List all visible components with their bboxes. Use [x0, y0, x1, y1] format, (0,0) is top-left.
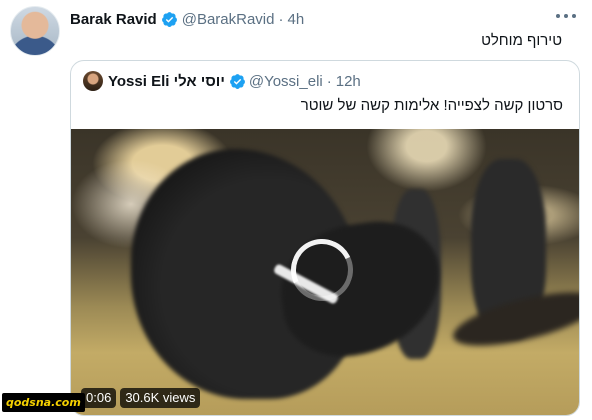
- quoted-tweet[interactable]: Yossi Eli יוסי אלי @Yossi_eli · 12h סרטו…: [70, 60, 580, 416]
- more-options-icon[interactable]: [556, 8, 576, 24]
- quoted-author-name[interactable]: Yossi Eli יוסי אלי: [108, 73, 225, 90]
- video-badges: 0:06 30.6K views: [81, 388, 201, 408]
- tweet[interactable]: Barak Ravid @BarakRavid · 4h טירוף מוחלט…: [0, 0, 592, 420]
- quoted-author-avatar[interactable]: [83, 71, 103, 91]
- video-duration: 0:06: [81, 388, 117, 408]
- quoted-author-handle[interactable]: @Yossi_eli: [249, 73, 323, 90]
- verified-badge-icon: [229, 73, 245, 89]
- tweet-header: Barak Ravid @BarakRavid · 4h: [70, 9, 304, 29]
- quoted-tweet-text: סרטון קשה לצפייה! אלימות קשה של שוטר: [300, 97, 563, 114]
- author-handle[interactable]: @BarakRavid: [182, 11, 275, 28]
- watermark-logo: qodsna.com: [2, 393, 85, 412]
- tweet-text: טירוף מוחלט: [481, 32, 562, 49]
- separator-dot: ·: [326, 72, 332, 90]
- quoted-tweet-timestamp[interactable]: 12h: [336, 73, 361, 90]
- tweet-timestamp[interactable]: 4h: [287, 11, 304, 28]
- video-player[interactable]: 0:06 30.6K views: [71, 129, 579, 415]
- verified-badge-icon: [161, 11, 177, 27]
- separator-dot: ·: [278, 10, 284, 28]
- quoted-tweet-header: Yossi Eli יוסי אלי @Yossi_eli · 12h: [83, 71, 361, 91]
- video-view-count: 30.6K views: [120, 388, 201, 408]
- author-avatar[interactable]: [10, 6, 60, 56]
- author-name[interactable]: Barak Ravid: [70, 11, 157, 28]
